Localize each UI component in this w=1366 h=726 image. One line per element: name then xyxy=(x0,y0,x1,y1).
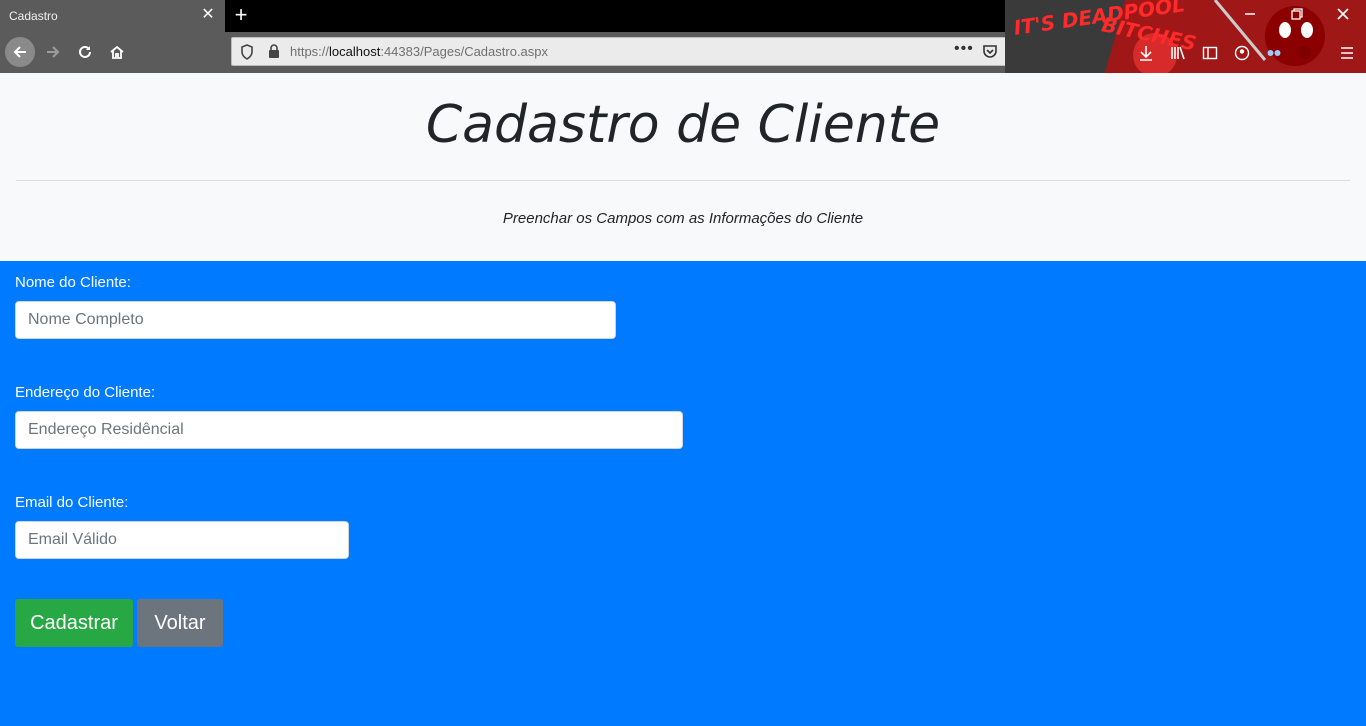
page-actions-menu-icon[interactable]: ••• xyxy=(954,40,974,58)
shield-icon[interactable] xyxy=(240,44,254,60)
menu-button[interactable] xyxy=(1338,44,1356,62)
address-input[interactable] xyxy=(15,411,683,449)
address-bar[interactable]: https://localhost:44383/Pages/Cadastro.a… xyxy=(231,37,1033,66)
forward-arrow-icon xyxy=(47,46,60,58)
tab-close-button[interactable]: ✕ xyxy=(199,6,217,24)
address-label: Endereço do Cliente: xyxy=(15,384,156,401)
extension-button[interactable] xyxy=(1265,44,1283,62)
sidebar-button[interactable] xyxy=(1201,44,1219,62)
close-window-button[interactable] xyxy=(1335,6,1351,22)
header-divider xyxy=(16,180,1350,181)
library-button[interactable] xyxy=(1169,44,1187,62)
restore-button[interactable] xyxy=(1289,6,1305,22)
tab-title: Cadastro xyxy=(9,9,58,23)
url-host: localhost xyxy=(329,44,381,59)
email-input[interactable] xyxy=(15,521,349,559)
account-button[interactable] xyxy=(1233,44,1251,62)
voltar-button[interactable]: Voltar xyxy=(137,599,223,647)
cadastrar-button[interactable]: Cadastrar xyxy=(15,599,133,647)
home-icon xyxy=(110,45,124,59)
back-button[interactable] xyxy=(5,37,35,67)
hamburger-menu-icon xyxy=(1341,47,1353,59)
close-icon xyxy=(1337,8,1349,20)
page-header: Cadastro de Cliente Preenchar os Campos … xyxy=(0,73,1366,261)
url-scheme: https:// xyxy=(290,44,330,59)
forward-button[interactable] xyxy=(38,37,68,67)
page-subtitle: Preenchar os Campos com as Informações d… xyxy=(502,210,864,227)
email-label: Email do Cliente: xyxy=(15,494,129,511)
name-input[interactable] xyxy=(15,301,616,339)
name-label: Nome do Cliente: xyxy=(15,274,131,291)
tab-cadastro[interactable]: Cadastro ✕ xyxy=(0,0,225,32)
lock-icon[interactable] xyxy=(268,44,280,59)
minimize-icon xyxy=(1245,13,1255,15)
new-tab-button[interactable]: + xyxy=(231,4,251,26)
download-icon xyxy=(1140,46,1152,61)
ublock-button[interactable] xyxy=(1296,44,1314,62)
url-text[interactable]: https://localhost:44383/Pages/Cadastro.a… xyxy=(290,44,548,59)
page-title: Cadastro de Cliente xyxy=(425,95,941,155)
sidebar-icon xyxy=(1202,46,1218,60)
back-arrow-icon xyxy=(13,46,26,58)
pocket-icon[interactable] xyxy=(982,43,998,59)
url-path: :44383/Pages/Cadastro.aspx xyxy=(380,44,549,59)
account-icon xyxy=(1234,45,1250,61)
browser-theme-artwork: IT'S DEADPOOL BITCHES xyxy=(1005,0,1366,73)
home-button[interactable] xyxy=(102,37,132,67)
reload-button[interactable] xyxy=(70,37,100,67)
library-icon xyxy=(1171,46,1185,60)
extension-eyes-icon xyxy=(1267,50,1281,56)
reload-icon xyxy=(79,45,91,58)
downloads-button[interactable] xyxy=(1137,44,1155,62)
ublock-origin-icon xyxy=(1299,46,1311,60)
minimize-button[interactable] xyxy=(1242,6,1258,22)
restore-icon xyxy=(1291,8,1303,20)
